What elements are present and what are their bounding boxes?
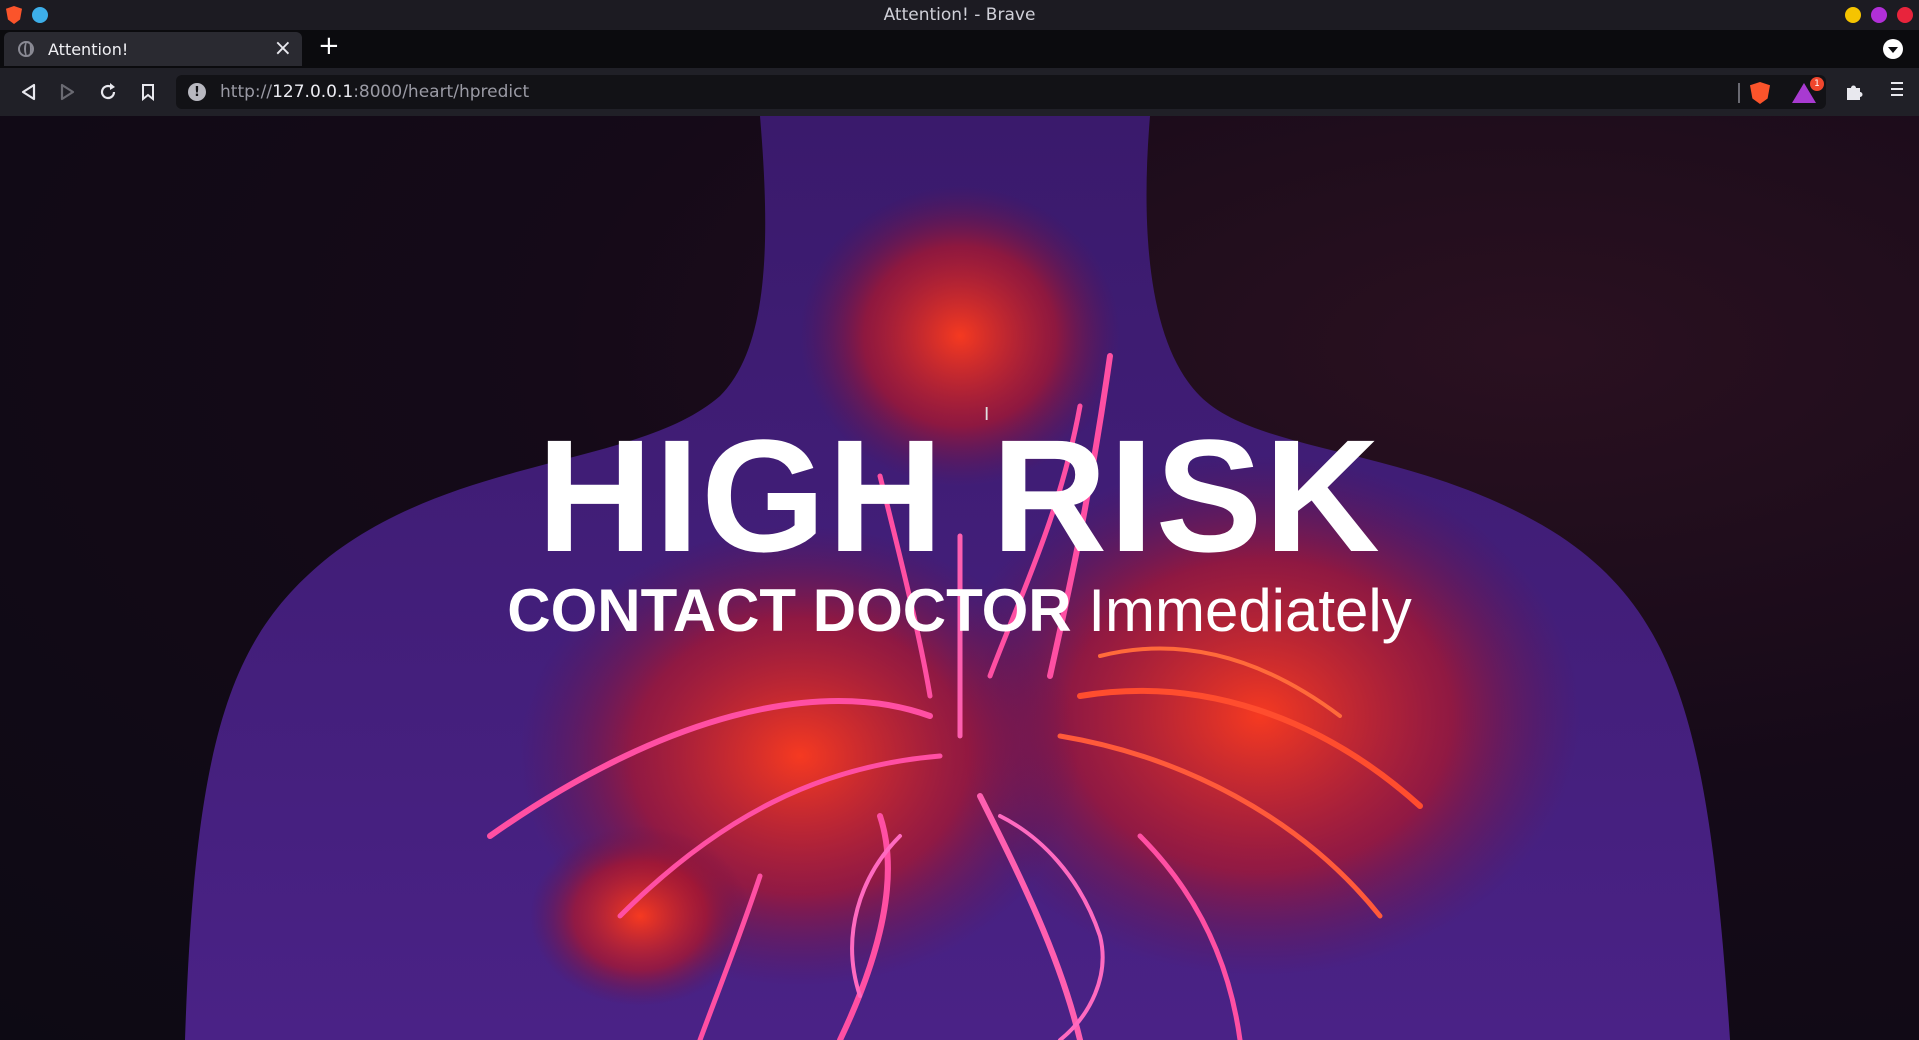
url-path: :8000/heart/hpredict: [353, 82, 530, 102]
titlebar-left: [6, 6, 48, 24]
window-titlebar: Attention! - Brave: [0, 0, 1919, 30]
back-icon: [21, 83, 36, 101]
menu-icon[interactable]: [1889, 80, 1905, 98]
forward-button[interactable]: [56, 80, 80, 104]
lower-glow: [530, 826, 750, 1006]
tab-strip: Attention! × +: [0, 30, 1919, 68]
brave-lion-icon: [6, 6, 22, 24]
info-icon[interactable]: !: [188, 83, 206, 101]
extensions-icon[interactable]: [1843, 80, 1865, 102]
tab-attention[interactable]: Attention! ×: [4, 32, 302, 66]
maximize-button[interactable]: [1871, 7, 1887, 23]
page-content: I HIGH RISK CONTACT DOCTOR Immediately: [0, 116, 1919, 1040]
close-window-button[interactable]: [1897, 7, 1913, 23]
url-divider: [1738, 83, 1740, 103]
navigation-toolbar: ! http://127.0.0.1:8000/heart/hpredict 1: [0, 68, 1919, 116]
rewards-badge: 1: [1810, 77, 1824, 91]
bookmark-button[interactable]: [136, 80, 160, 104]
risk-subline: CONTACT DOCTOR Immediately: [0, 576, 1919, 646]
window-title: Attention! - Brave: [883, 5, 1036, 25]
chevron-down-icon[interactable]: [1883, 39, 1903, 59]
window-controls: [1845, 7, 1913, 23]
rewards-button[interactable]: 1: [1792, 77, 1824, 103]
tab-label: Attention!: [48, 39, 129, 59]
app-menu-icon[interactable]: [32, 7, 48, 23]
subline-strong: CONTACT DOCTOR: [507, 577, 1072, 644]
address-bar[interactable]: ! http://127.0.0.1:8000/heart/hpredict 1: [176, 75, 1826, 109]
close-icon[interactable]: ×: [274, 36, 292, 61]
minimize-button[interactable]: [1845, 7, 1861, 23]
new-tab-button[interactable]: +: [318, 31, 340, 61]
reload-icon: [100, 83, 116, 100]
brave-shield-icon[interactable]: [1750, 82, 1770, 104]
subline-light: Immediately: [1088, 577, 1412, 644]
reload-button[interactable]: [96, 80, 120, 104]
forward-icon: [60, 83, 75, 101]
risk-headline: HIGH RISK: [537, 406, 1382, 585]
bookmark-icon: [142, 84, 154, 101]
url-host: 127.0.0.1: [272, 82, 354, 102]
url-text[interactable]: http://127.0.0.1:8000/heart/hpredict: [220, 82, 529, 102]
url-scheme: http://: [220, 82, 273, 102]
globe-icon: [18, 41, 34, 57]
back-button[interactable]: [16, 80, 40, 104]
